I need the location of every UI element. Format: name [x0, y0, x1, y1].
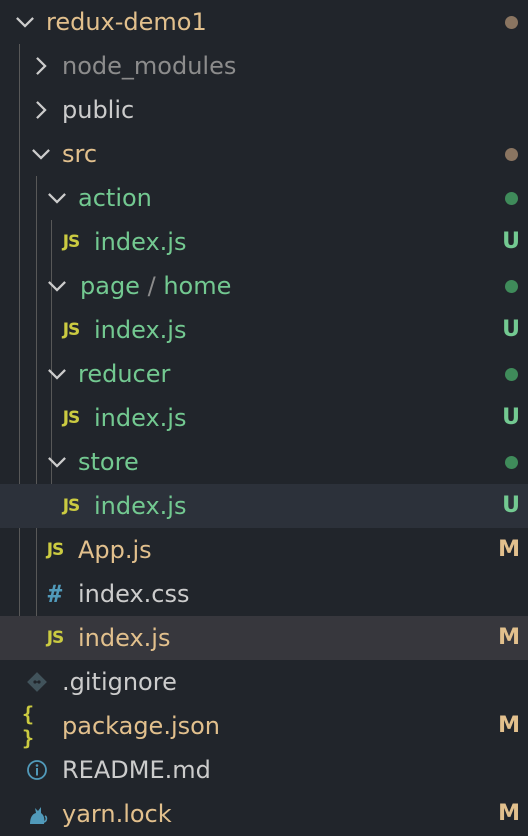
chevron-down-icon — [44, 185, 70, 211]
untracked-dot — [505, 280, 518, 293]
chevron-right-icon — [28, 53, 54, 79]
git-status-badge: U — [502, 405, 520, 430]
git-status-badge: M — [498, 713, 520, 738]
json-file-icon: { } — [22, 702, 35, 750]
chevron-down-icon — [44, 273, 70, 299]
file-row-yarn-lock[interactable]: yarn.lock M — [0, 792, 528, 836]
folder-label-page-home: page / home — [80, 264, 231, 308]
folder-label-store: store — [78, 448, 139, 476]
file-label: index.js — [94, 492, 187, 520]
folder-label-public: public — [62, 96, 135, 124]
file-row-index-css[interactable]: # index.css — [0, 572, 528, 616]
javascript-file-icon: JS — [46, 540, 65, 560]
git-status-badge: U — [502, 493, 520, 518]
file-label: yarn.lock — [62, 800, 172, 828]
git-status-badge: M — [498, 625, 520, 650]
untracked-dot — [505, 368, 518, 381]
javascript-file-icon: JS — [62, 408, 81, 428]
javascript-file-icon: JS — [46, 628, 65, 648]
untracked-dot — [505, 192, 518, 205]
folder-label-action: action — [78, 184, 152, 212]
folder-row-root[interactable]: redux-demo1 — [0, 0, 528, 44]
css-file-icon: # — [47, 580, 63, 608]
folder-segment-home: home — [163, 272, 232, 300]
file-row-index-js[interactable]: JS index.js M — [0, 616, 528, 660]
chevron-down-icon — [28, 141, 54, 167]
javascript-file-icon: JS — [62, 320, 81, 340]
javascript-file-icon: JS — [62, 232, 81, 252]
file-row-reducer-index[interactable]: JS index.js U — [0, 396, 528, 440]
file-row-readme[interactable]: README.md — [0, 748, 528, 792]
file-label: package.json — [62, 712, 221, 740]
git-status-badge: U — [502, 317, 520, 342]
folder-row-reducer[interactable]: reducer — [0, 352, 528, 396]
file-row-action-index[interactable]: JS index.js U — [0, 220, 528, 264]
info-icon — [24, 748, 50, 792]
folder-label-src: src — [62, 140, 98, 168]
file-label: index.js — [94, 404, 187, 432]
file-label: index.css — [78, 580, 190, 608]
chevron-down-icon — [44, 449, 70, 475]
file-row-app-js[interactable]: JS App.js M — [0, 528, 528, 572]
path-separator: / — [147, 272, 156, 300]
file-label: index.js — [94, 228, 187, 256]
folder-label-node-modules: node_modules — [62, 52, 237, 80]
file-label: index.js — [94, 316, 187, 344]
folder-segment-page: page — [80, 272, 140, 300]
file-row-package-json[interactable]: { } package.json M — [0, 702, 528, 750]
javascript-file-icon: JS — [62, 496, 81, 516]
folder-row-public[interactable]: public — [0, 88, 528, 132]
file-label: .gitignore — [62, 668, 177, 696]
folder-row-node-modules[interactable]: node_modules — [0, 44, 528, 88]
yarn-cat-icon — [24, 792, 50, 836]
folder-label-reducer: reducer — [78, 360, 171, 388]
git-icon — [24, 660, 50, 704]
untracked-dot — [505, 456, 518, 469]
modified-dot — [505, 148, 518, 161]
modified-dot — [505, 16, 518, 29]
file-label: README.md — [62, 756, 211, 784]
file-row-page-index[interactable]: JS index.js U — [0, 308, 528, 352]
git-status-badge: U — [502, 229, 520, 254]
folder-row-page-home[interactable]: page / home — [0, 264, 528, 308]
folder-row-action[interactable]: action — [0, 176, 528, 220]
folder-row-src[interactable]: src — [0, 132, 528, 176]
folder-row-store[interactable]: store — [0, 440, 528, 484]
chevron-down-icon — [12, 9, 38, 35]
folder-label-root: redux-demo1 — [46, 8, 207, 36]
file-explorer-tree: redux-demo1 node_modules public src acti… — [0, 0, 528, 830]
git-status-badge: M — [498, 801, 520, 826]
chevron-down-icon — [44, 361, 70, 387]
chevron-right-icon — [28, 97, 54, 123]
file-row-gitignore[interactable]: .gitignore — [0, 660, 528, 704]
file-label: App.js — [78, 536, 152, 564]
file-label: index.js — [78, 624, 171, 652]
git-status-badge: M — [498, 537, 520, 562]
file-row-store-index[interactable]: JS index.js U — [0, 484, 528, 528]
